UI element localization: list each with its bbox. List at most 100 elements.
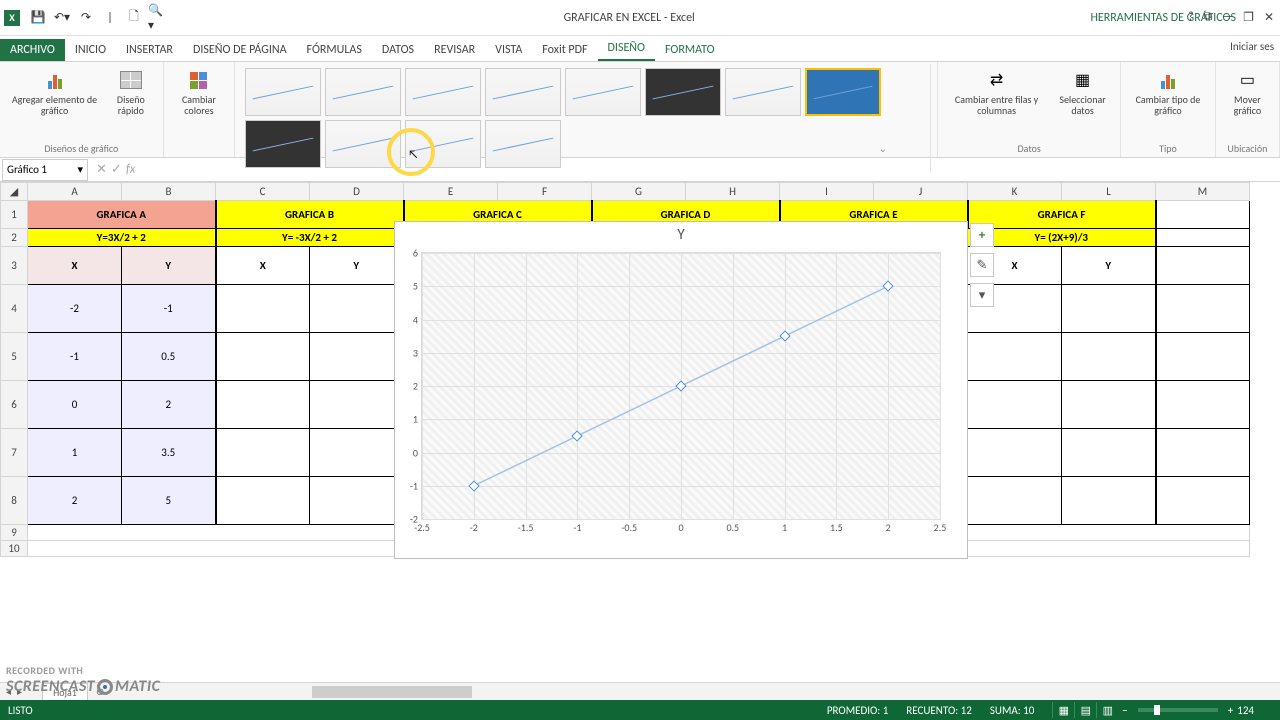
col-header[interactable]: B: [122, 183, 216, 201]
tab-formato[interactable]: FORMATO: [655, 39, 725, 61]
row-header[interactable]: 8: [1, 477, 28, 525]
gallery-expand-icon[interactable]: ⌄: [879, 142, 887, 155]
cell[interactable]: -2: [28, 285, 122, 333]
chart-style-9[interactable]: [245, 120, 321, 168]
cell[interactable]: [310, 285, 404, 333]
select-all-corner[interactable]: ◢: [1, 183, 28, 201]
col-header[interactable]: G: [592, 183, 686, 201]
chart-filters-button[interactable]: ▾: [970, 283, 994, 307]
zoom-level[interactable]: 124: [1237, 704, 1254, 717]
cell[interactable]: [1062, 333, 1156, 381]
switch-row-column-button[interactable]: ⇄ Cambiar entre filas y columnas: [944, 64, 1049, 118]
cell[interactable]: [1156, 201, 1250, 229]
view-pagebreak-icon[interactable]: ▥: [1096, 702, 1118, 718]
chart-style-7[interactable]: [725, 68, 801, 116]
minimize-icon[interactable]: —: [1222, 10, 1233, 25]
cell[interactable]: Y: [1062, 247, 1156, 285]
tab-formulas[interactable]: FÓRMULAS: [297, 39, 372, 61]
cell[interactable]: [1062, 381, 1156, 429]
zoom-in-icon[interactable]: +: [1228, 704, 1233, 717]
cell[interactable]: -1: [122, 285, 216, 333]
view-normal-icon[interactable]: ▦: [1052, 702, 1074, 718]
cell[interactable]: X: [216, 247, 310, 285]
cell[interactable]: [310, 477, 404, 525]
cell[interactable]: Y= -3X/2 + 2: [216, 229, 404, 247]
tab-vista[interactable]: VISTA: [485, 39, 532, 61]
cell[interactable]: [1156, 477, 1250, 525]
cell[interactable]: Y=3X/2 + 2: [28, 229, 216, 247]
col-header[interactable]: H: [686, 183, 780, 201]
cell[interactable]: 1: [28, 429, 122, 477]
tab-diseno[interactable]: DISEÑO: [598, 37, 655, 61]
col-header[interactable]: D: [310, 183, 404, 201]
cell[interactable]: GRAFICA B: [216, 201, 404, 229]
worksheet-grid[interactable]: ◢ A B C D E F G H I J K L M 1 GRAFICA A …: [0, 182, 1280, 682]
chart-plot-area[interactable]: -2-10123456-2.5-2-1.5-1-0.500.511.522.5: [421, 252, 941, 520]
embedded-chart[interactable]: Y -2-10123456-2.5-2-1.5-1-0.500.511.522.…: [394, 221, 968, 559]
col-header[interactable]: J: [874, 183, 968, 201]
chart-style-12[interactable]: [485, 120, 561, 168]
cell[interactable]: [1156, 381, 1250, 429]
chart-style-8-selected[interactable]: [805, 68, 881, 116]
row-header[interactable]: 2: [1, 229, 28, 247]
cell[interactable]: GRAFICA F: [968, 201, 1156, 229]
chart-styles-button[interactable]: ✎: [970, 253, 994, 277]
col-header[interactable]: K: [968, 183, 1062, 201]
row-header[interactable]: 4: [1, 285, 28, 333]
undo-icon[interactable]: ↶▾: [52, 8, 72, 28]
cell[interactable]: [1156, 229, 1250, 247]
chart-style-3[interactable]: [405, 68, 481, 116]
view-layout-icon[interactable]: ▤: [1074, 702, 1096, 718]
chart-style-4[interactable]: [485, 68, 561, 116]
chart-style-11[interactable]: [405, 120, 481, 168]
chart-style-6[interactable]: [645, 68, 721, 116]
chart-style-10[interactable]: [325, 120, 401, 168]
cell[interactable]: 0: [28, 381, 122, 429]
tab-diseno-pagina[interactable]: DISEÑO DE PÁGINA: [183, 39, 297, 61]
chart-styles-gallery[interactable]: [241, 64, 931, 172]
maximize-icon[interactable]: ❐: [1243, 10, 1254, 25]
cell[interactable]: 2: [122, 381, 216, 429]
tab-datos[interactable]: DATOS: [372, 39, 424, 61]
ribbon-display-icon[interactable]: ⧉: [1204, 10, 1213, 25]
row-header[interactable]: 1: [1, 201, 28, 229]
cell[interactable]: [310, 429, 404, 477]
col-header[interactable]: M: [1156, 183, 1250, 201]
col-header[interactable]: A: [28, 183, 122, 201]
change-colors-button[interactable]: Cambiar colores: [170, 64, 228, 118]
col-header[interactable]: F: [498, 183, 592, 201]
help-icon[interactable]: ?: [1188, 10, 1194, 25]
zoom-out-icon[interactable]: −: [1122, 704, 1127, 717]
cell[interactable]: [310, 333, 404, 381]
quick-layout-button[interactable]: Diseño rápido: [105, 64, 157, 118]
zoom-slider[interactable]: [1138, 708, 1218, 712]
cell[interactable]: [1062, 285, 1156, 333]
cell[interactable]: X: [28, 247, 122, 285]
row-header[interactable]: 5: [1, 333, 28, 381]
cell[interactable]: [310, 381, 404, 429]
fx-icon[interactable]: fx: [126, 162, 136, 177]
chevron-down-icon[interactable]: ▾: [77, 163, 83, 176]
cell[interactable]: [968, 333, 1062, 381]
cell[interactable]: [216, 285, 310, 333]
name-box[interactable]: Gráfico 1 ▾: [2, 159, 88, 181]
col-header[interactable]: E: [404, 183, 498, 201]
add-chart-element-button[interactable]: Agregar elemento de gráfico: [6, 64, 103, 118]
tab-foxit[interactable]: Foxit PDF: [532, 39, 597, 61]
col-header[interactable]: C: [216, 183, 310, 201]
cell[interactable]: [1156, 333, 1250, 381]
cell[interactable]: [1156, 429, 1250, 477]
enter-icon[interactable]: ✓: [111, 162, 122, 177]
cell[interactable]: -1: [28, 333, 122, 381]
cell[interactable]: [216, 381, 310, 429]
chart-elements-button[interactable]: +: [970, 223, 994, 247]
close-icon[interactable]: ✕: [1264, 10, 1274, 25]
cell[interactable]: [1062, 477, 1156, 525]
cell[interactable]: [968, 429, 1062, 477]
chart-style-1[interactable]: [245, 68, 321, 116]
select-data-button[interactable]: ▦ Seleccionar datos: [1051, 64, 1114, 118]
chart-style-2[interactable]: [325, 68, 401, 116]
horizontal-scrollbar[interactable]: [312, 685, 1280, 699]
cell[interactable]: [1156, 285, 1250, 333]
row-header[interactable]: 9: [1, 525, 28, 541]
